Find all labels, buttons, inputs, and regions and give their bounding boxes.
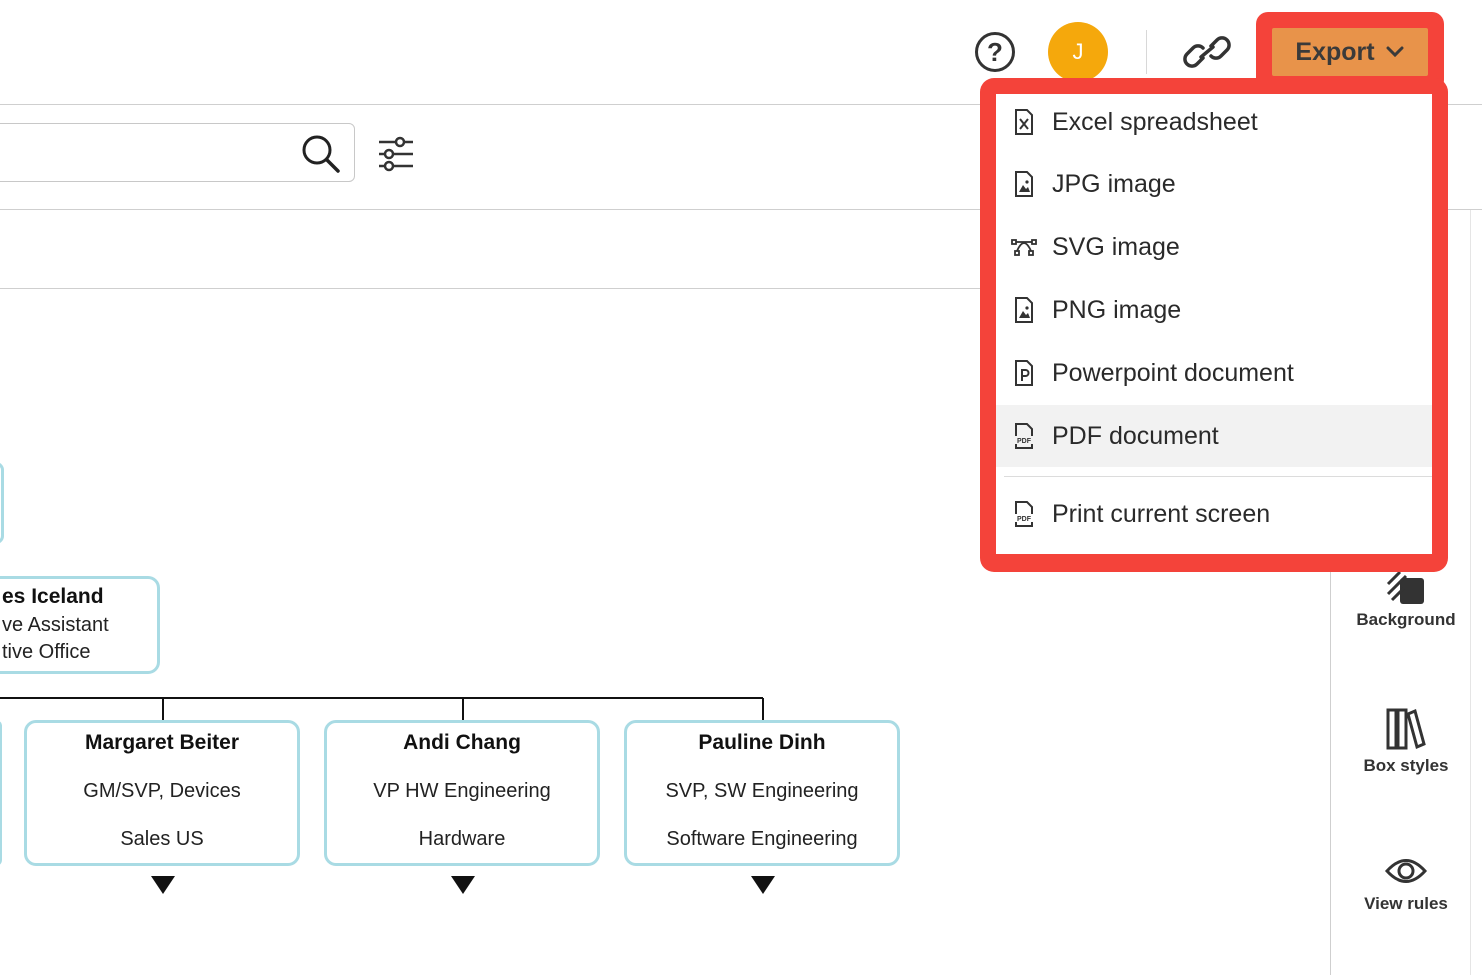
export-excel-item[interactable]: Excel spreadsheet	[996, 91, 1432, 153]
org-card[interactable]: es Iceland ve Assistant tive Office	[0, 576, 160, 674]
org-card-title: SVP, SW Engineering	[665, 780, 859, 802]
org-card-dept: Hardware	[418, 828, 506, 850]
export-item-label: SVG image	[1052, 232, 1180, 261]
org-card-name: Pauline Dinh	[698, 731, 826, 754]
eye-icon	[1384, 859, 1428, 883]
chevron-down-icon	[1386, 46, 1404, 58]
svg-text:PDF: PDF	[1017, 516, 1032, 523]
org-card-partial-top[interactable]	[0, 462, 4, 544]
divider	[1146, 30, 1147, 74]
export-item-label: Print current screen	[1052, 499, 1271, 528]
export-menu: Excel spreadsheet JPG image SVG image PN…	[996, 94, 1432, 554]
file-image-icon	[1015, 171, 1033, 197]
books-icon	[1386, 708, 1426, 750]
org-card[interactable]: Pauline Dinh SVP, SW Engineering Softwar…	[624, 720, 900, 866]
export-jpg-item[interactable]: JPG image	[996, 153, 1432, 215]
background-label: Background	[1356, 610, 1456, 629]
export-label: Export	[1295, 37, 1375, 66]
svg-text:PDF: PDF	[1017, 438, 1032, 445]
file-excel-icon	[1015, 109, 1033, 135]
question-circle-icon[interactable]: ?	[975, 32, 1015, 72]
background-tool[interactable]: Background	[1330, 566, 1482, 630]
export-item-label: PNG image	[1052, 295, 1182, 324]
export-item-label: PDF document	[1052, 421, 1219, 450]
view-rules-label: View rules	[1364, 894, 1448, 913]
file-image-icon	[1015, 297, 1033, 323]
link-icon[interactable]	[1183, 32, 1231, 72]
export-print-item[interactable]: PDF Print current screen	[996, 483, 1432, 545]
org-card-name: Andi Chang	[403, 731, 521, 754]
org-card-dept: Software Engineering	[666, 828, 858, 850]
export-button[interactable]: Export	[1272, 28, 1428, 76]
org-card-dept: tive Office	[2, 641, 91, 663]
org-card-partial-left[interactable]	[0, 720, 2, 866]
expand-triangle-icon[interactable]	[151, 876, 175, 894]
org-card-name: es Iceland	[2, 585, 104, 608]
export-pdf-item[interactable]: PDF PDF document	[996, 405, 1432, 467]
export-powerpoint-item[interactable]: Powerpoint document	[996, 342, 1432, 404]
file-pdf-icon: PDF	[1014, 423, 1034, 449]
org-card[interactable]: Andi Chang VP HW Engineering Hardware	[324, 720, 600, 866]
org-card-title: VP HW Engineering	[373, 780, 551, 802]
box-styles-label: Box styles	[1363, 756, 1449, 775]
org-card-title: ve Assistant	[2, 614, 109, 636]
sliders-icon[interactable]	[376, 134, 418, 174]
expand-triangle-icon[interactable]	[751, 876, 775, 894]
avatar-initial: J	[1072, 39, 1084, 64]
export-item-label: JPG image	[1052, 169, 1176, 198]
bezier-curve-icon	[1011, 239, 1037, 256]
export-svg-item[interactable]: SVG image	[996, 216, 1432, 278]
search-icon[interactable]	[300, 133, 342, 175]
export-item-label: Powerpoint document	[1052, 358, 1294, 387]
export-item-label: Excel spreadsheet	[1052, 107, 1258, 136]
avatar[interactable]: J	[1048, 22, 1108, 82]
org-card-name: Margaret Beiter	[84, 731, 240, 754]
view-rules-tool[interactable]: View rules	[1330, 852, 1482, 914]
background-icon	[1386, 570, 1424, 604]
menu-divider	[1004, 476, 1432, 477]
export-png-item[interactable]: PNG image	[996, 279, 1432, 341]
expand-triangle-icon[interactable]	[451, 876, 475, 894]
divider	[0, 288, 980, 289]
org-card-title: GM/SVP, Devices	[83, 780, 241, 802]
box-styles-tool[interactable]: Box styles	[1330, 706, 1482, 776]
file-pdf-icon: PDF	[1014, 501, 1034, 527]
org-card[interactable]: Margaret Beiter GM/SVP, Devices Sales US	[24, 720, 300, 866]
file-powerpoint-icon	[1015, 360, 1033, 386]
org-card-dept: Sales US	[120, 828, 204, 850]
